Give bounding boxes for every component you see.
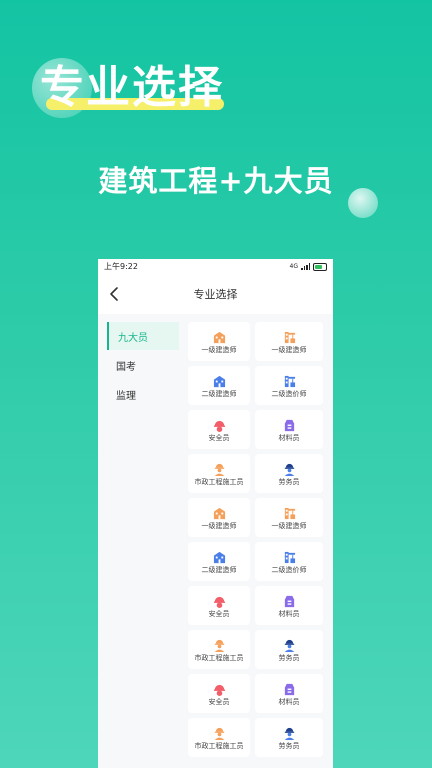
crane-icon — [283, 373, 296, 387]
signal-icon — [301, 263, 310, 270]
profession-card[interactable]: 安全员 — [188, 586, 250, 625]
profession-card[interactable]: 市政工程施工员 — [188, 630, 250, 669]
profession-card-label: 一级建造师 — [271, 345, 307, 354]
profession-card[interactable]: 二级造价师 — [255, 542, 323, 581]
sidebar-item-label: 九大员 — [118, 332, 148, 344]
profession-card[interactable]: 安全员 — [188, 674, 250, 713]
sidebar-item-guokao[interactable]: 国考 — [107, 351, 179, 379]
profession-card[interactable]: 市政工程施工员 — [188, 454, 250, 493]
material-icon — [283, 417, 296, 431]
profession-card-label: 市政工程施工员 — [194, 477, 244, 486]
main-content: 九大员 国考 监理 一级建造师 一级建造师 二级建造师 二级造价师 安全员 材料员 市政工程… — [98, 314, 333, 757]
profession-card[interactable]: 二级造价师 — [255, 366, 323, 405]
profession-card-label: 劳务员 — [278, 653, 300, 662]
sidebar-item-label: 监理 — [116, 390, 136, 402]
profession-card-label: 一级建造师 — [201, 345, 237, 354]
building-icon — [213, 505, 226, 519]
worker-icon — [213, 461, 226, 476]
helmet-icon — [213, 681, 226, 696]
status-bar: 上午9:22 4G — [98, 259, 333, 274]
profession-card-label: 材料员 — [278, 609, 300, 618]
laborer-icon — [283, 637, 296, 652]
hero-title-block: 专业选择 — [32, 58, 224, 118]
worker-icon — [213, 637, 226, 652]
hero-title: 专业选择 — [40, 62, 224, 113]
battery-icon — [313, 262, 327, 271]
profession-card[interactable]: 劳务员 — [255, 718, 323, 757]
profession-card[interactable]: 市政工程施工员 — [188, 718, 250, 757]
category-sidebar: 九大员 国考 监理 — [98, 314, 182, 757]
profession-card-label: 安全员 — [208, 609, 230, 618]
status-icons: 4G — [289, 262, 327, 271]
profession-card[interactable]: 材料员 — [255, 586, 323, 625]
crane-icon — [283, 329, 296, 343]
profession-card-label: 劳务员 — [278, 477, 300, 486]
profession-card[interactable]: 劳务员 — [255, 454, 323, 493]
material-icon — [283, 593, 296, 607]
sidebar-item-jiudayuan[interactable]: 九大员 — [107, 322, 179, 350]
profession-card[interactable]: 材料员 — [255, 674, 323, 713]
status-time: 上午9:22 — [104, 262, 138, 271]
profession-card-label: 材料员 — [278, 697, 300, 706]
laborer-icon — [283, 461, 296, 476]
worker-icon — [213, 725, 226, 740]
material-icon — [283, 681, 296, 695]
profession-card[interactable]: 一级建造师 — [255, 322, 323, 361]
profession-card[interactable]: 二级建造师 — [188, 542, 250, 581]
profession-card-label: 劳务员 — [278, 741, 300, 750]
profession-card-label: 材料员 — [278, 433, 300, 442]
profession-card[interactable]: 一级建造师 — [188, 322, 250, 361]
building-icon — [213, 373, 226, 387]
profession-card[interactable]: 劳务员 — [255, 630, 323, 669]
helmet-icon — [213, 417, 226, 432]
profession-card[interactable]: 一级建造师 — [255, 498, 323, 537]
back-icon[interactable] — [107, 286, 123, 302]
profession-card[interactable]: 一级建造师 — [188, 498, 250, 537]
sidebar-item-jianli[interactable]: 监理 — [107, 380, 179, 408]
building-icon — [213, 549, 226, 563]
nav-bar: 专业选择 — [98, 274, 333, 314]
page-title: 专业选择 — [193, 288, 238, 301]
crane-icon — [283, 505, 296, 519]
profession-card-label: 一级建造师 — [271, 521, 307, 530]
profession-card-label: 二级造价师 — [271, 565, 307, 574]
profession-card[interactable]: 二级建造师 — [188, 366, 250, 405]
profession-card[interactable]: 安全员 — [188, 410, 250, 449]
profession-card-label: 市政工程施工员 — [194, 741, 244, 750]
laborer-icon — [283, 725, 296, 740]
profession-card-label: 一级建造师 — [201, 521, 237, 530]
helmet-icon — [213, 593, 226, 608]
building-icon — [213, 329, 226, 343]
sidebar-item-label: 国考 — [116, 361, 136, 373]
profession-card-label: 安全员 — [208, 697, 230, 706]
phone-screen: 上午9:22 4G 专业选择 九大员 国考 监理 一级建造师 一级建造师 二级建造师… — [98, 259, 333, 768]
profession-card-label: 市政工程施工员 — [194, 653, 244, 662]
profession-card-label: 二级造价师 — [271, 389, 307, 398]
profession-card-label: 二级建造师 — [201, 565, 237, 574]
network-label: 4G — [289, 263, 298, 270]
profession-card-label: 安全员 — [208, 433, 230, 442]
crane-icon — [283, 549, 296, 563]
profession-card-label: 二级建造师 — [201, 389, 237, 398]
profession-card[interactable]: 材料员 — [255, 410, 323, 449]
bubble-decoration — [348, 188, 378, 218]
profession-grid: 一级建造师 一级建造师 二级建造师 二级造价师 安全员 材料员 市政工程施工员 劳务员 一级建造… — [182, 314, 333, 757]
